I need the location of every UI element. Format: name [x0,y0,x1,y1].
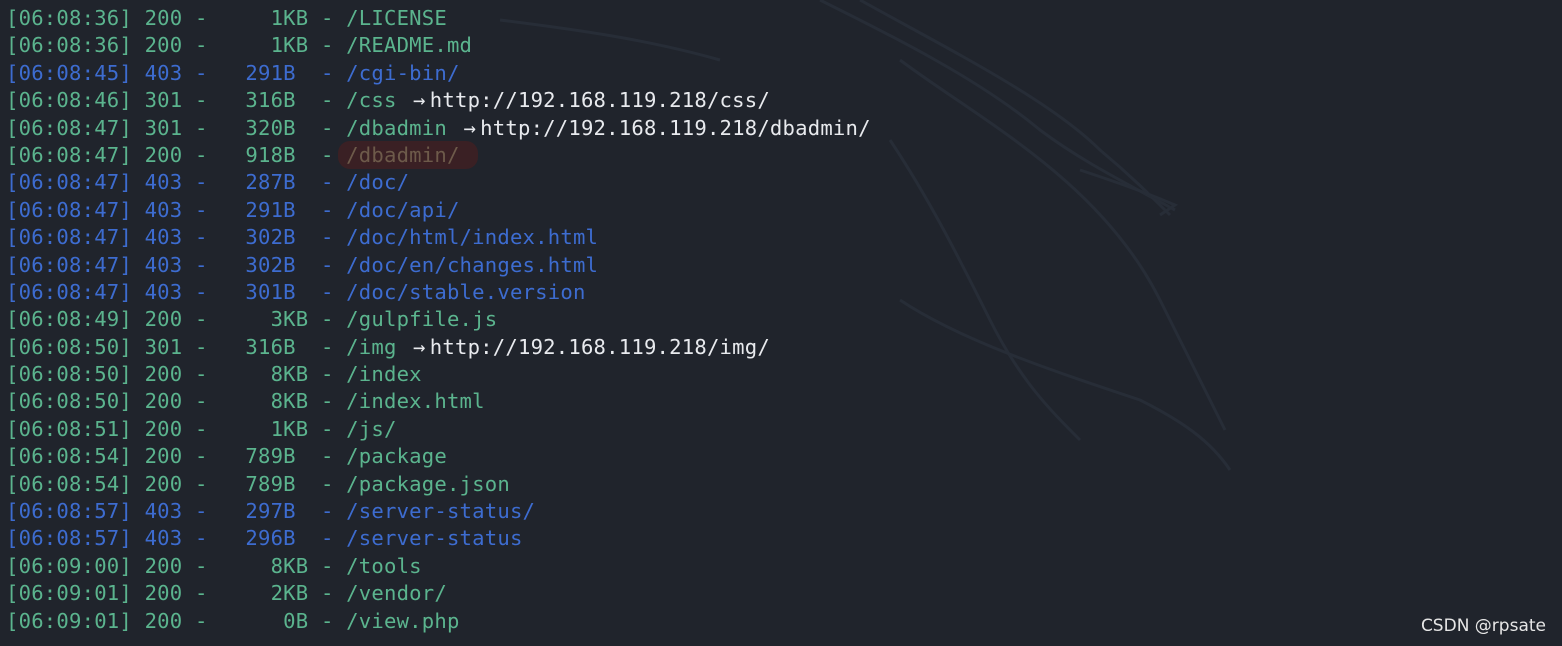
log-path: /dbadmin [346,115,460,140]
log-line: [06:08:36] 200 - 1KB - /README.md [6,32,871,59]
log-path: /gulpfile.js [346,307,498,332]
log-line: [06:08:54] 200 - 789B - /package [6,443,871,470]
redirect-url: http://192.168.119.218/img/ [429,334,770,359]
log-line: [06:08:50] 200 - 8KB - /index.html [6,388,871,415]
log-prefix: [06:08:36] 200 - 1KB - [6,33,347,58]
redirect-url: http://192.168.119.218/css/ [429,88,770,113]
log-line: [06:09:01] 200 - 0B - /view.php [6,608,871,635]
log-line: [06:08:47] 200 - 918B - /dbadmin/ [6,140,871,169]
log-path: /doc/api/ [346,197,460,222]
log-line: [06:08:50] 200 - 8KB - /index [6,361,871,388]
log-path: /doc/html/index.html [346,225,599,250]
redirect-arrow-icon: → [413,88,426,113]
log-path: /server-status [346,526,523,551]
log-prefix: [06:08:47] 403 - 301B - [6,279,347,304]
log-path: /img [346,334,410,359]
redirect-arrow-icon: → [413,334,426,359]
log-prefix: [06:08:50] 301 - 316B - [6,334,347,359]
terminal-window: [06:08:36] 200 - 1KB - /LICENSE [06:08:36… [0,0,1562,646]
log-prefix: [06:08:45] 403 - 291B - [6,60,347,85]
log-path: /doc/stable.version [346,279,586,304]
log-prefix: [06:08:47] 200 - 918B - [6,142,347,167]
log-prefix: [06:08:49] 200 - 3KB - [6,307,347,332]
scan-output: [06:08:36] 200 - 1KB - /LICENSE [06:08:36… [6,5,871,635]
log-path: /package.json [346,471,510,496]
log-prefix: [06:08:47] 403 - 287B - [6,170,347,195]
log-prefix: [06:08:57] 403 - 297B - [6,499,347,524]
log-prefix: [06:08:57] 403 - 296B - [6,526,347,551]
log-path: /LICENSE [346,6,447,30]
log-path: /tools [346,553,422,578]
log-prefix: [06:08:47] 403 - 302B - [6,252,347,277]
log-path: /dbadmin/ [338,140,478,169]
log-line: [06:08:51] 200 - 1KB - /js/ [6,416,871,443]
log-path: /server-status/ [346,499,536,524]
log-line: [06:08:47] 403 - 301B - /doc/stable.vers… [6,279,871,306]
log-prefix: [06:09:00] 200 - 8KB - [6,553,347,578]
log-prefix: [06:08:54] 200 - 789B - [6,444,347,469]
log-line: [06:08:45] 403 - 291B - /cgi-bin/ [6,60,871,87]
log-path: /index.html [346,389,485,414]
log-prefix: [06:08:47] 403 - 302B - [6,225,347,250]
log-path: /package [346,444,447,469]
log-path: /index [346,362,422,387]
log-line: [06:08:47] 301 - 320B - /dbadmin → http:/… [6,115,871,142]
log-prefix: [06:08:50] 200 - 8KB - [6,389,347,414]
log-path: /cgi-bin/ [346,60,460,85]
log-path: /doc/en/changes.html [346,252,599,277]
log-line: [06:08:49] 200 - 3KB - /gulpfile.js [6,306,871,333]
log-path: /view.php [346,608,460,633]
log-path: /README.md [346,33,473,58]
log-line: [06:08:54] 200 - 789B - /package.json [6,471,871,498]
log-line: [06:09:01] 200 - 2KB - /vendor/ [6,580,871,607]
log-line: [06:08:57] 403 - 297B - /server-status/ [6,498,871,525]
log-prefix: [06:08:50] 200 - 8KB - [6,362,347,387]
log-prefix: [06:08:46] 301 - 316B - [6,88,347,113]
redirect-url: http://192.168.119.218/dbadmin/ [480,115,871,140]
log-prefix: [06:08:47] 301 - 320B - [6,115,347,140]
log-line: [06:08:36] 200 - 1KB - /LICENSE [6,5,871,32]
log-prefix: [06:09:01] 200 - 0B - [6,608,347,633]
log-line: [06:08:47] 403 - 291B - /doc/api/ [6,197,871,224]
csdn-watermark: CSDN @rpsate [1420,616,1546,636]
log-path: /vendor/ [346,581,447,606]
redirect-arrow-icon: → [463,115,477,140]
log-line: [06:08:46] 301 - 316B - /css → http://192… [6,87,871,114]
log-prefix: [06:08:51] 200 - 1KB - [6,416,347,441]
log-line: [06:08:50] 301 - 316B - /img → http://192… [6,334,871,361]
log-prefix: [06:08:54] 200 - 789B - [6,471,347,496]
log-path: /css [346,88,410,113]
log-path: /doc/ [346,170,410,195]
log-path: /js/ [346,416,397,441]
log-prefix: [06:08:47] 403 - 291B - [6,197,347,222]
log-line: [06:08:47] 403 - 287B - /doc/ [6,169,871,196]
log-line: [06:09:00] 200 - 8KB - /tools [6,553,871,580]
log-line: [06:08:57] 403 - 296B - /server-status [6,525,871,552]
log-prefix: [06:08:36] 200 - 1KB - [6,6,347,30]
log-line: [06:08:47] 403 - 302B - /doc/html/index.… [6,224,871,251]
log-prefix: [06:09:01] 200 - 2KB - [6,581,347,606]
log-line: [06:08:47] 403 - 302B - /doc/en/changes.… [6,252,871,279]
